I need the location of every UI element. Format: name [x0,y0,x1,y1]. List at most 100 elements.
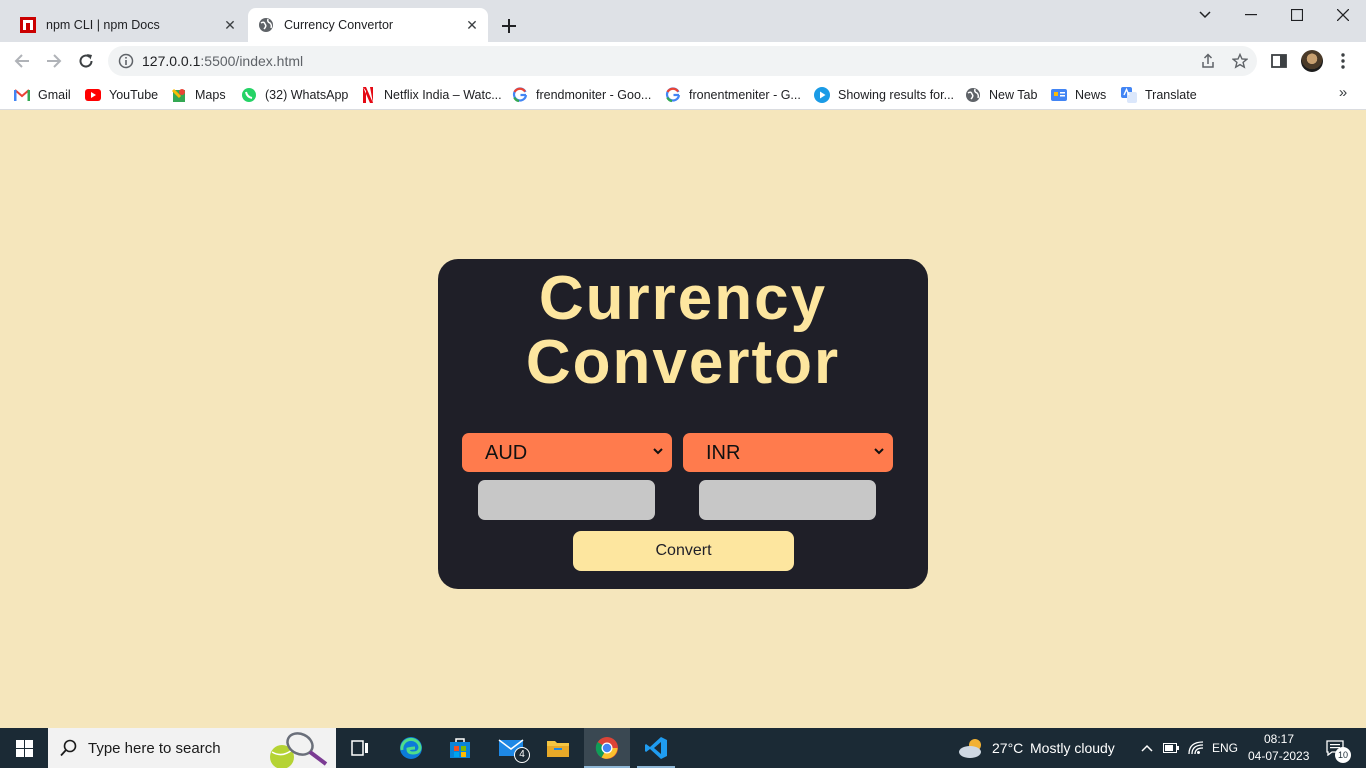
search-icon [60,739,77,757]
bookmark-label: fronentmeniter - G... [689,88,801,102]
tab-close-icon[interactable]: ✕ [462,15,482,35]
bookmark-star-icon[interactable] [1231,52,1249,70]
url-text: 127.0.0.1:5500/index.html [142,53,304,69]
site-info-icon[interactable] [118,53,134,69]
bookmarks-bar: Gmail YouTube Maps (32) WhatsApp Netflix… [0,80,1366,110]
bookmark-label: Netflix India – Watc... [384,88,502,102]
clock-date[interactable]: 04-07-2023 [1248,749,1309,763]
bookmark-frendmoniter[interactable]: frendmoniter - Goo... [512,85,651,105]
bookmark-whatsapp[interactable]: (32) WhatsApp [241,85,348,105]
tab-title: npm CLI | npm Docs [46,18,160,32]
search-placeholder: Type here to search [88,740,221,757]
weather-temp[interactable]: 27°C [992,740,1023,756]
to-currency-value: INR [706,442,741,464]
to-currency-select[interactable]: INR [683,433,893,472]
tab-close-icon[interactable]: ✕ [220,15,240,35]
address-bar[interactable]: 127.0.0.1:5500/index.html [108,46,1257,76]
new-tab-icon[interactable] [497,14,521,38]
tab-strip: npm CLI | npm Docs ✕ Currency Convertor … [0,0,1366,42]
play-icon [814,87,830,103]
bookmark-new-tab[interactable]: New Tab [965,85,1037,105]
wifi-icon[interactable] [1186,728,1206,768]
to-amount-input[interactable] [699,480,876,520]
windows-start-icon[interactable] [0,728,48,768]
youtube-icon [85,87,101,103]
npm-icon [20,17,36,33]
bookmark-label: frendmoniter - Goo... [536,88,652,102]
bookmark-gmail[interactable]: Gmail [14,85,71,105]
notification-badge: 10 [1335,747,1351,763]
gmail-icon [14,87,30,103]
vscode-icon[interactable] [637,728,675,768]
clock-time[interactable]: 08:17 [1264,732,1294,746]
tennis-racket-icon [270,732,328,768]
notifications-icon[interactable]: 10 [1320,728,1351,768]
converter-card: Currency Convertor AUD INR Convert [438,259,928,589]
tab-npm-docs[interactable]: npm CLI | npm Docs ✕ [10,8,246,42]
google-icon [512,87,528,103]
battery-icon[interactable] [1161,728,1181,768]
bookmarks-overflow-icon[interactable]: » [1334,85,1352,103]
chrome-taskbar-icon[interactable] [584,728,630,768]
maps-icon [171,87,187,103]
page-viewport: Currency Convertor AUD INR Convert [0,111,1366,728]
windows-taskbar: Type here to search 4 27°C Mostly cloudy… [0,728,1366,768]
browser-toolbar: 127.0.0.1:5500/index.html [0,42,1366,80]
netflix-icon [360,87,376,103]
forward-icon[interactable] [42,49,66,73]
maximize-icon[interactable] [1274,0,1320,30]
bookmark-netflix[interactable]: Netflix India – Watc... [360,85,502,105]
globe-icon [258,17,274,33]
chevron-down-icon [874,448,884,455]
from-currency-select[interactable]: AUD [462,433,672,472]
bookmark-label: Maps [195,88,226,102]
page-title: Currency Convertor [438,267,928,395]
bookmark-news[interactable]: News [1051,85,1106,105]
edge-icon[interactable] [394,728,428,768]
google-icon [665,87,681,103]
globe-icon [965,87,981,103]
translate-icon [1121,87,1137,103]
bookmark-label: Gmail [38,88,71,102]
mail-badge: 4 [514,747,530,763]
close-window-icon[interactable] [1320,0,1366,30]
bookmark-label: News [1075,88,1107,102]
side-panel-icon[interactable] [1268,50,1290,72]
reload-icon[interactable] [74,49,98,73]
task-view-icon[interactable] [344,728,376,768]
share-icon[interactable] [1199,52,1217,70]
bookmark-maps[interactable]: Maps [171,85,226,105]
bookmark-fronentmeniter[interactable]: fronentmeniter - G... [665,85,801,105]
minimize-icon[interactable] [1228,0,1274,30]
back-icon[interactable] [10,49,34,73]
whatsapp-icon [241,87,257,103]
tray-chevron-up-icon[interactable] [1138,728,1156,768]
menu-kebab-icon[interactable] [1332,50,1354,72]
store-icon[interactable] [443,728,477,768]
tab-search-chevron-icon[interactable] [1182,0,1228,30]
tab-currency-convertor[interactable]: Currency Convertor ✕ [248,8,488,42]
taskbar-search-box[interactable]: Type here to search [48,728,336,768]
bookmark-showing-results[interactable]: Showing results for... [814,85,954,105]
mail-icon[interactable]: 4 [492,728,530,768]
from-amount-input[interactable] [478,480,655,520]
convert-button[interactable]: Convert [573,531,794,571]
profile-avatar[interactable] [1301,50,1323,72]
language-indicator[interactable]: ENG [1212,741,1238,755]
title-line-1: Currency [538,264,828,333]
chevron-down-icon [653,448,663,455]
from-currency-value: AUD [485,442,528,464]
file-explorer-icon[interactable] [541,728,575,768]
bookmark-label: (32) WhatsApp [265,88,349,102]
news-icon [1051,87,1067,103]
bookmark-youtube[interactable]: YouTube [85,85,158,105]
weather-desc[interactable]: Mostly cloudy [1030,740,1115,756]
weather-cloud-icon[interactable] [956,728,986,768]
bookmark-translate[interactable]: Translate [1121,85,1197,105]
bookmark-label: New Tab [989,88,1038,102]
bookmark-label: YouTube [109,88,159,102]
title-line-2: Convertor [525,328,841,397]
bookmark-label: Showing results for... [838,88,955,102]
tab-title: Currency Convertor [284,18,394,32]
bookmark-label: Translate [1145,88,1197,102]
